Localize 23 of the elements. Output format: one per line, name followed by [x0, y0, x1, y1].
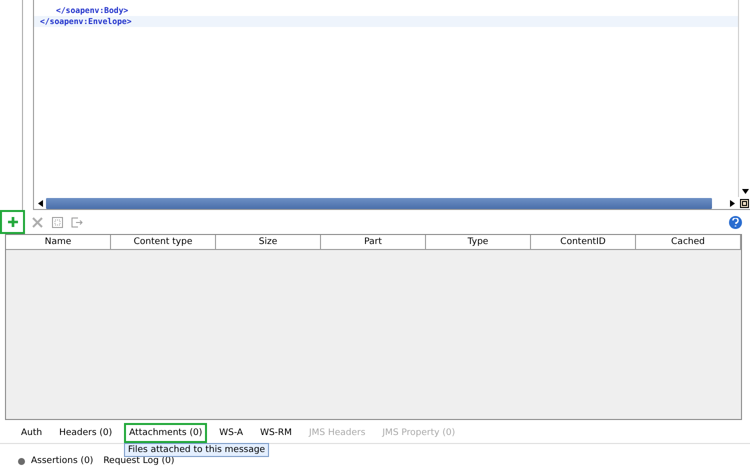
- column-header[interactable]: Name: [6, 235, 111, 249]
- close-icon: [32, 216, 42, 228]
- vertical-scrollbar[interactable]: [738, 0, 750, 197]
- tab[interactable]: Headers (0): [54, 422, 118, 442]
- tab[interactable]: Attachments (0): [124, 422, 208, 442]
- tooltip: Files attached to this message: [124, 443, 270, 457]
- column-header[interactable]: Cached: [636, 235, 741, 249]
- column-header[interactable]: Content type: [111, 235, 216, 249]
- tab[interactable]: WS-A: [214, 422, 248, 442]
- tab[interactable]: Auth: [16, 422, 48, 442]
- corner-icon: [738, 197, 750, 209]
- code-line: </soapenv:Body>: [55, 5, 130, 16]
- column-header[interactable]: ContentID: [531, 235, 636, 249]
- tab[interactable]: Assertions (0): [31, 456, 94, 466]
- tab[interactable]: WS-RM: [255, 422, 297, 442]
- exit-icon: [71, 216, 83, 228]
- add-icon: [6, 216, 18, 228]
- column-header[interactable]: Type: [426, 235, 531, 249]
- column-header[interactable]: Size: [216, 235, 321, 249]
- help-icon[interactable]: [729, 216, 742, 228]
- add-button[interactable]: [0, 210, 25, 234]
- column-header[interactable]: Part: [321, 235, 426, 249]
- frame-icon: [52, 216, 62, 228]
